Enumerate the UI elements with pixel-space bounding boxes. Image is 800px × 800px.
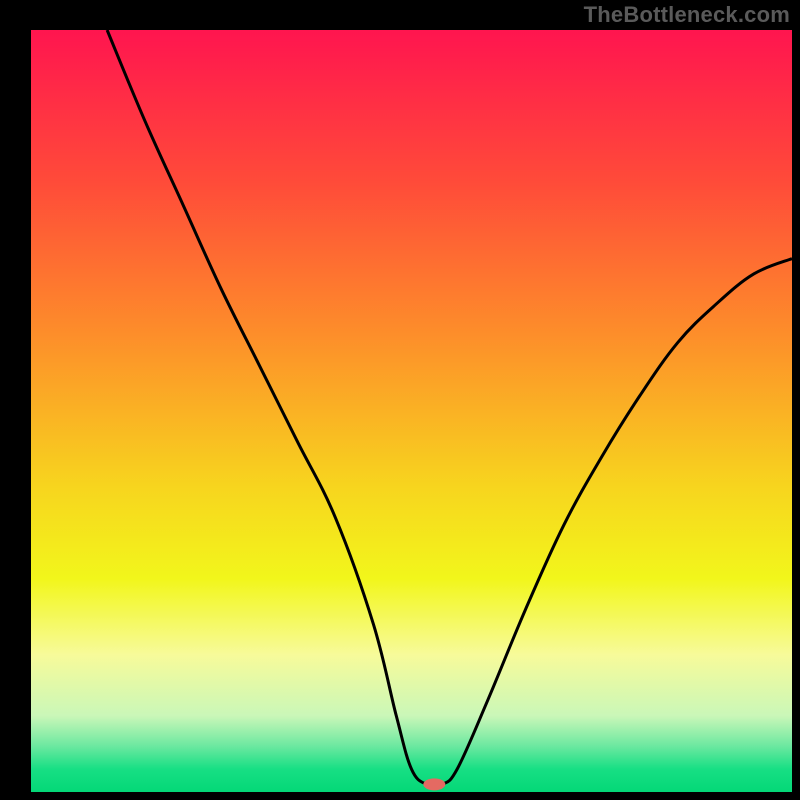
bottleneck-chart	[0, 0, 800, 800]
plot-background	[31, 30, 792, 792]
chart-frame: TheBottleneck.com	[0, 0, 800, 800]
optimal-point-marker	[423, 778, 445, 790]
watermark-text: TheBottleneck.com	[584, 2, 790, 28]
